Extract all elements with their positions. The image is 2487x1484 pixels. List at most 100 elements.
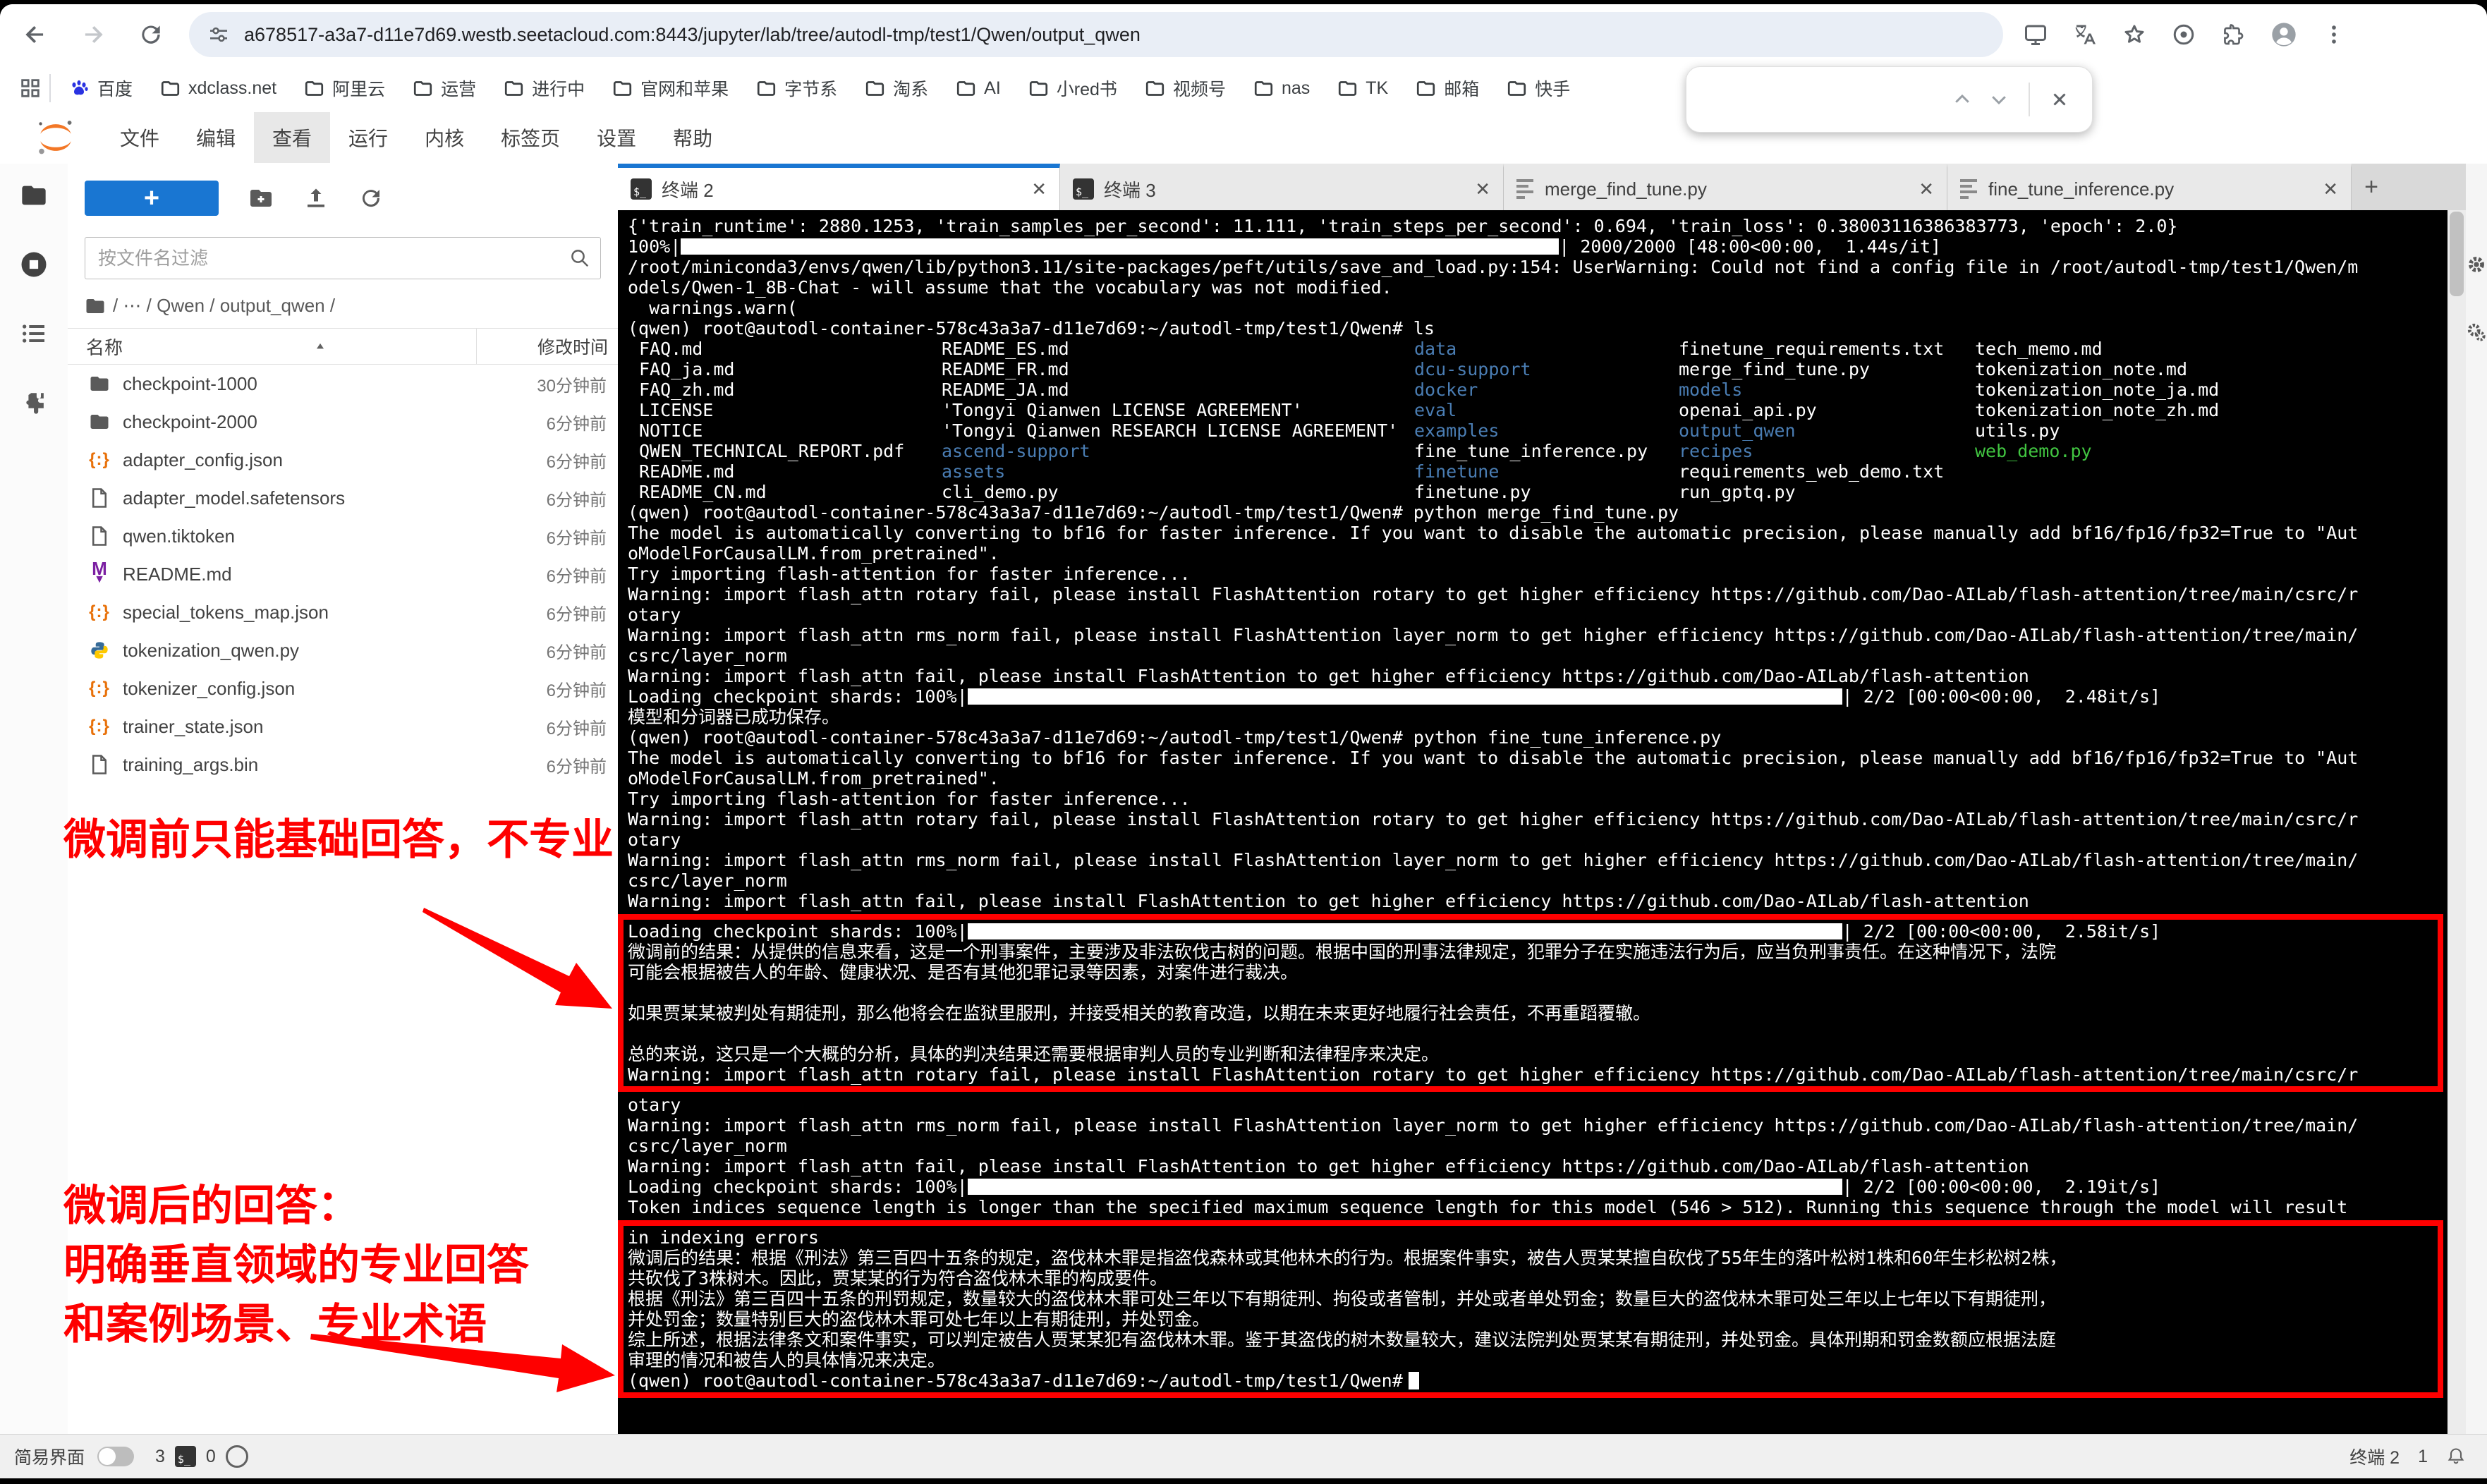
tab-merge_find_tune.py[interactable]: merge_find_tune.py✕ [1504,164,1947,210]
running-kernels-icon[interactable] [0,233,68,296]
property-inspector-gear-icon[interactable] [2467,255,2486,274]
tab-终端-3[interactable]: $_终端 3✕ [1060,164,1504,210]
avatar[interactable] [2270,20,2298,49]
bookmark-item[interactable]: xdclass.net [161,78,276,99]
menu-帮助[interactable]: 帮助 [655,112,731,163]
menu-查看[interactable]: 查看 [254,112,330,163]
menu-标签页[interactable]: 标签页 [482,112,578,163]
bookmark-item[interactable]: 官网和苹果 [613,75,729,101]
new-folder-icon[interactable] [248,186,274,211]
translate-icon[interactable] [2072,22,2098,47]
bookmark-item[interactable]: 字节系 [757,75,837,101]
file-row[interactable]: adapter_model.safetensors6分钟前 [68,479,618,517]
tab-close-icon[interactable]: ✕ [2323,178,2338,200]
apps-grid-icon[interactable] [18,76,42,100]
tab-fine_tune_inference.py[interactable]: fine_tune_inference.py✕ [1947,164,2352,210]
bookmark-item[interactable]: AI [956,78,1001,99]
breadcrumb-path[interactable]: / ⋯ / Qwen / output_qwen / [113,295,335,317]
file-row[interactable]: checkpoint-20006分钟前 [68,403,618,441]
bookmark-item[interactable]: TK [1338,78,1388,99]
tab-终端-2[interactable]: $_终端 2✕ [618,164,1060,210]
running-counts[interactable]: 3 $_ 0 [155,1445,248,1468]
bookmark-item[interactable]: nas [1254,78,1310,99]
url-bar[interactable]: a678517-a3a7-d11e7d69.westb.seetacloud.c… [189,12,2003,57]
new-launcher-button[interactable]: + [85,181,219,216]
terminal-line: 微调后的结果：根据《刑法》第三百四十五条的规定，盗伐林木罪是指盗伐森林或其他林木… [628,1248,2438,1268]
menu-内核[interactable]: 内核 [406,112,482,163]
bookmark-folder-icon [1507,79,1526,98]
bookmark-item[interactable]: 邮箱 [1416,75,1479,101]
extension-circle-icon[interactable] [2171,22,2196,47]
file-row[interactable]: tokenization_qwen.py6分钟前 [68,631,618,669]
file-modified-time: 6分钟前 [487,410,618,434]
scrollbar-thumb[interactable] [2450,212,2464,296]
bookmark-item[interactable]: 快手 [1507,75,1570,101]
bell-icon[interactable] [2446,1447,2466,1466]
simple-mode-toggle[interactable] [97,1447,134,1466]
find-previous-icon[interactable] [1944,81,1981,118]
after-finetune-result-box: in indexing errors微调后的结果：根据《刑法》第三百四十五条的规… [618,1220,2443,1398]
bookmark-item[interactable]: 小red书 [1029,75,1117,101]
extensions-puzzle-icon[interactable] [2220,22,2246,47]
upload-icon[interactable] [303,186,329,211]
bookmark-item[interactable]: 运营 [413,75,476,101]
column-modified[interactable]: 修改时间 [477,334,618,359]
menu-运行[interactable]: 运行 [330,112,406,163]
file-row[interactable]: {:}tokenizer_config.json6分钟前 [68,669,618,707]
bookmark-item[interactable]: 视频号 [1145,75,1226,101]
bookmark-item[interactable]: 淘系 [865,75,928,101]
tab-close-icon[interactable]: ✕ [1919,178,1934,200]
file-row[interactable]: {:}trainer_state.json6分钟前 [68,707,618,746]
site-settings-icon[interactable] [207,23,230,46]
file-row[interactable]: M▼README.md6分钟前 [68,555,618,593]
column-name[interactable]: 名称 [68,334,476,360]
md-file-icon: M▼ [87,561,111,587]
json-file-icon: {:} [87,717,111,736]
file-row[interactable]: {:}special_tokens_map.json6分钟前 [68,593,618,631]
file-modified-time: 6分钟前 [487,638,618,663]
bookmark-star-icon[interactable] [2122,22,2147,47]
refresh-icon[interactable] [358,186,384,211]
bookmark-item[interactable]: 进行中 [504,75,585,101]
sort-asc-icon[interactable] [313,339,327,353]
bookmark-folder-icon [1338,79,1357,98]
file-row[interactable]: checkpoint-100030分钟前 [68,365,618,403]
bookmark-item[interactable]: 百度 [69,75,133,101]
terminal-line: Warning: import flash_attn rms_norm fail… [628,625,2448,645]
menu-设置[interactable]: 设置 [578,112,655,163]
debugger-gears-icon[interactable] [2467,323,2486,341]
file-filter-input[interactable] [97,247,569,270]
terminal-count: 3 [155,1447,165,1467]
reading-mode-icon[interactable] [2023,22,2048,47]
breadcrumb[interactable]: / ⋯ / Qwen / output_qwen / [85,295,601,317]
file-row[interactable]: qwen.tiktoken6分钟前 [68,517,618,555]
back-icon[interactable] [13,12,58,57]
reload-icon[interactable] [128,12,174,57]
terminal-output[interactable]: {'train_runtime': 2880.1253, 'train_samp… [618,210,2448,1435]
terminal-scrollbar[interactable] [2448,210,2466,1435]
terminal-progress-line: Loading checkpoint shards: 100%|| 2/2 [0… [628,686,2448,707]
menu-编辑[interactable]: 编辑 [178,112,254,163]
tab-close-icon[interactable]: ✕ [1031,178,1047,200]
terminal-progress-line: Loading checkpoint shards: 100%|| 2/2 [0… [628,1176,2448,1197]
home-folder-icon[interactable] [85,296,106,317]
terminal-line: (qwen) root@autodl-container-578c43a3a7-… [628,502,2448,523]
find-next-icon[interactable] [1981,81,2017,118]
browser-menu-icon[interactable] [2322,23,2346,47]
forward-icon[interactable] [71,12,116,57]
file-row[interactable]: {:}adapter_config.json6分钟前 [68,441,618,479]
find-close-icon[interactable] [2041,81,2078,118]
find-bar[interactable] [1686,66,2093,133]
file-row[interactable]: training_args.bin6分钟前 [68,746,618,784]
file-filter-box[interactable] [85,237,601,279]
tab-close-icon[interactable]: ✕ [1475,178,1490,200]
new-tab-button[interactable]: + [2352,164,2391,210]
terminal-line: 模型和分词器已成功保存。 [628,707,2448,727]
table-of-contents-icon[interactable] [0,302,68,365]
file-browser-icon[interactable] [0,164,68,227]
bookmark-item[interactable]: 阿里云 [305,75,385,101]
extension-manager-icon[interactable] [0,371,68,434]
menu-文件[interactable]: 文件 [102,112,178,163]
bookmark-label: 百度 [97,75,133,101]
jupyter-menubar: 文件编辑查看运行内核标签页设置帮助 [0,111,2487,164]
